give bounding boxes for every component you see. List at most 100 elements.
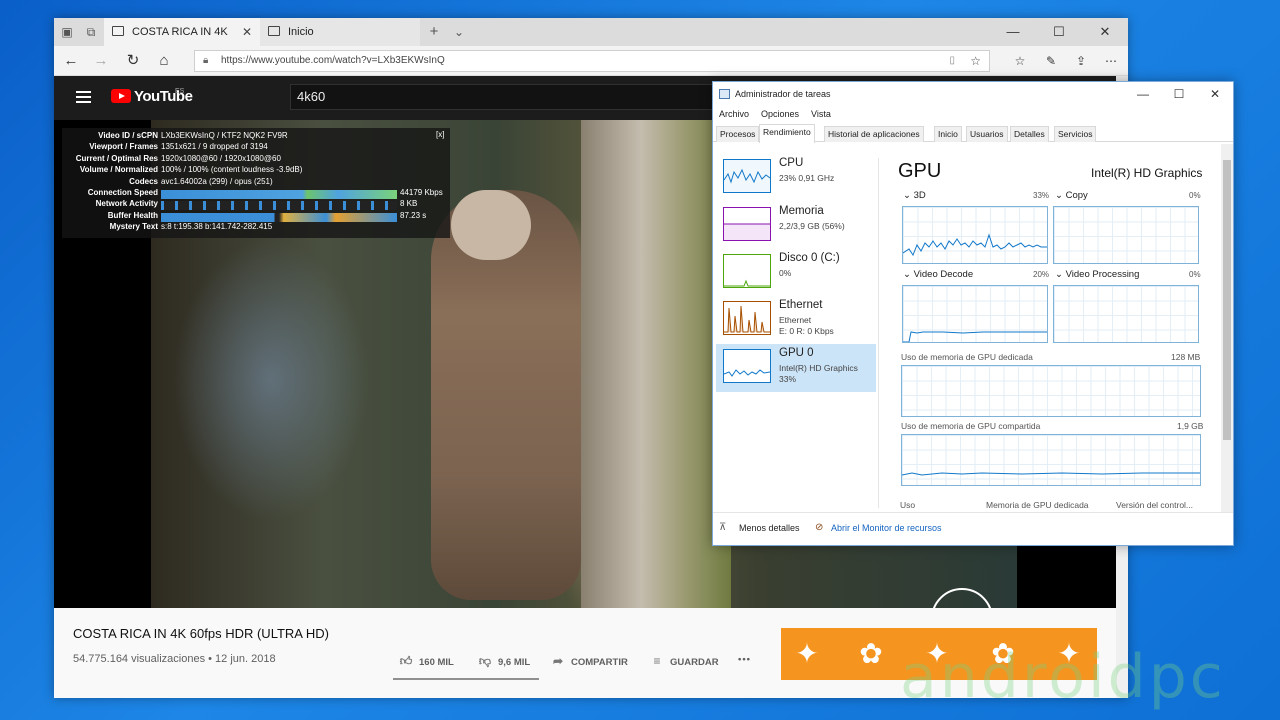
collapse-chevron-icon[interactable]: ⊼ bbox=[719, 522, 726, 533]
tab-list-chevron-icon[interactable]: ⌄ bbox=[452, 25, 466, 39]
share-button[interactable]: ➦ COMPARTIR bbox=[551, 654, 628, 668]
connection-speed-graph bbox=[161, 190, 397, 199]
tab-strip: Procesos Rendimiento Historial de aplica… bbox=[713, 124, 1233, 143]
favorites-icon[interactable]: ☆ bbox=[1011, 52, 1029, 70]
stats-value: 87.23 s bbox=[400, 210, 427, 220]
forward-icon[interactable]: → bbox=[92, 52, 110, 70]
panel-divider bbox=[878, 158, 879, 508]
stats-for-nerds-panel: [x] Video ID / sCPN LXb3EKWsInQ / KTF2 NQ… bbox=[62, 128, 450, 238]
favorite-star-icon[interactable]: ☆ bbox=[970, 51, 981, 71]
tab-inicio[interactable]: Inicio bbox=[934, 126, 962, 142]
ad-pattern-icon: ✦ bbox=[795, 638, 819, 669]
stats-value: 1351x621 / 9 dropped of 3194 bbox=[161, 142, 268, 152]
sidebar-item-ethernet[interactable]: Ethernet Ethernet E: 0 R: 0 Kbps bbox=[716, 296, 876, 344]
sidebar-item-detail: 23% 0,91 GHz bbox=[779, 173, 835, 183]
close-window-icon[interactable]: ✕ bbox=[1082, 18, 1128, 46]
new-tab-icon[interactable]: + bbox=[427, 24, 441, 39]
gpu-mini-graph bbox=[723, 349, 771, 383]
tab-inicio[interactable]: Inicio bbox=[260, 18, 420, 46]
tab-costa-rica[interactable]: COSTA RICA IN 4K ✕ bbox=[104, 18, 260, 46]
home-icon[interactable]: ⌂ bbox=[155, 52, 173, 70]
engine-video-decode-graph bbox=[902, 285, 1048, 343]
sidebar-item-memory[interactable]: Memoria 2,2/3,9 GB (56%) bbox=[716, 202, 876, 250]
scrollbar-thumb[interactable] bbox=[1223, 160, 1231, 440]
sidebar-item-disk[interactable]: Disco 0 (C:) 0% bbox=[716, 249, 876, 297]
url-field[interactable]: 🔒︎ https://www.youtube.com/watch?v=LXb3E… bbox=[194, 50, 990, 72]
maximize-icon[interactable]: ☐ bbox=[1036, 18, 1082, 46]
tab-detalles[interactable]: Detalles bbox=[1010, 126, 1049, 142]
save-button[interactable]: ≡ GUARDAR bbox=[650, 654, 718, 668]
stats-row: Volume / Normalized 100% / 100% (content … bbox=[62, 165, 450, 176]
refresh-icon[interactable]: ↻ bbox=[124, 52, 142, 70]
menu-archivo[interactable]: Archivo bbox=[719, 109, 749, 119]
stats-value: LXb3EKWsInQ / KTF2 NQK2 FV9R bbox=[161, 131, 288, 140]
sidebar-item-label: Memoria bbox=[779, 205, 824, 217]
task-manager-icon bbox=[719, 89, 730, 99]
stats-value: 44179 Kbps bbox=[400, 188, 443, 197]
stats-value: avc1.64002a (299) / opus (251) bbox=[161, 176, 273, 186]
sloth-face bbox=[451, 190, 531, 260]
engine-label: Video Decode bbox=[913, 269, 974, 280]
less-details-button[interactable]: Menos detalles bbox=[739, 523, 800, 533]
minimize-icon[interactable]: — bbox=[1125, 82, 1161, 106]
engine-copy-graph bbox=[1053, 206, 1199, 264]
more-icon[interactable]: ⋯ bbox=[1102, 52, 1120, 70]
back-icon[interactable]: ← bbox=[62, 52, 80, 70]
menu-vista[interactable]: Vista bbox=[811, 109, 831, 119]
dedicated-memory-max: 128 MB bbox=[1171, 352, 1201, 362]
buffer-health-graph bbox=[161, 212, 397, 222]
stats-row: Mystery Text s:8 t:195.38 b:141.742-282.4… bbox=[62, 222, 450, 233]
sidebar-item-detail: 0% bbox=[779, 268, 792, 278]
region-code: ES bbox=[175, 88, 185, 95]
thumbs-up-icon: 👍︎ bbox=[399, 654, 413, 668]
tab-usuarios[interactable]: Usuarios bbox=[966, 126, 1008, 142]
engine-3d-label[interactable]: ⌄ 3D bbox=[903, 190, 926, 201]
stats-row: Connection Speed 44179 Kbps bbox=[62, 188, 450, 199]
share-arrow-icon: ➦ bbox=[552, 654, 564, 668]
menu-opciones[interactable]: Opciones bbox=[761, 109, 799, 119]
column-dedicated-memory: Memoria de GPU dedicada bbox=[986, 500, 1089, 510]
tab-servicios[interactable]: Servicios bbox=[1054, 126, 1097, 142]
stats-label: Mystery Text bbox=[109, 222, 158, 232]
menu-icon[interactable] bbox=[76, 91, 91, 103]
engine-video-decode-label[interactable]: ⌄ Video Decode bbox=[903, 269, 973, 280]
task-manager-window: Administrador de tareas — ☐ ✕ Archivo Op… bbox=[712, 81, 1234, 546]
sidebar-item-cpu[interactable]: CPU 23% 0,91 GHz bbox=[716, 154, 876, 202]
tree-trunk bbox=[581, 120, 731, 608]
sidebar-item-detail: E: 0 R: 0 Kbps bbox=[779, 326, 834, 336]
gpu-model-name: Intel(R) HD Graphics bbox=[1091, 166, 1203, 180]
tab-label: COSTA RICA IN 4K bbox=[132, 26, 228, 38]
youtube-logo-icon[interactable] bbox=[111, 89, 131, 103]
stats-value: 1920x1080@60 / 1920x1080@60 bbox=[161, 153, 281, 163]
cpu-mini-graph bbox=[723, 159, 771, 193]
engine-copy-label[interactable]: ⌄ Copy bbox=[1055, 190, 1088, 201]
ad-pattern-icon: ✿ bbox=[859, 638, 883, 669]
playlist-add-icon: ≡ bbox=[653, 654, 661, 668]
pen-icon[interactable]: ✎ bbox=[1042, 52, 1060, 70]
tab-historial[interactable]: Historial de aplicaciones bbox=[824, 126, 924, 142]
stats-row: Video ID / sCPN LXb3EKWsInQ / KTF2 NQK2 F… bbox=[62, 131, 450, 142]
stats-label: Codecs bbox=[129, 176, 158, 186]
more-actions-button[interactable]: ••• bbox=[738, 654, 751, 665]
column-driver-version: Versión del control... bbox=[1116, 500, 1194, 510]
close-window-icon[interactable]: ✕ bbox=[1197, 82, 1233, 106]
sidebar-item-detail: Ethernet bbox=[779, 315, 812, 325]
minimize-icon[interactable]: — bbox=[990, 18, 1036, 46]
engine-video-processing-label[interactable]: ⌄ Video Processing bbox=[1055, 269, 1139, 280]
open-resource-monitor-link[interactable]: Abrir el Monitor de recursos bbox=[831, 523, 942, 533]
stats-value: s:8 t:195.38 b:141.742-282.415 bbox=[161, 222, 273, 232]
stats-label: Buffer Health bbox=[107, 210, 158, 220]
tab-procesos[interactable]: Procesos bbox=[716, 126, 760, 142]
set-aside-tabs-icon[interactable]: ⧉ bbox=[84, 25, 98, 39]
reading-view-icon[interactable]: ▯ bbox=[949, 51, 955, 71]
share-icon[interactable]: ⇪ bbox=[1072, 52, 1090, 70]
tab-rendimiento[interactable]: Rendimiento bbox=[759, 124, 815, 143]
tab-favicon-icon bbox=[112, 26, 124, 36]
close-tab-icon[interactable]: ✕ bbox=[242, 18, 252, 46]
dislike-button[interactable]: 👎︎ 9,6 MIL bbox=[478, 654, 530, 669]
like-button[interactable]: 👍︎ 160 MIL bbox=[399, 654, 454, 669]
tab-preview-icon[interactable]: ▣ bbox=[60, 25, 74, 39]
sidebar-item-gpu[interactable]: GPU 0 Intel(R) HD Graphics 33% bbox=[716, 344, 876, 392]
maximize-icon[interactable]: ☐ bbox=[1161, 82, 1197, 106]
search-input[interactable]: 4k60 bbox=[290, 84, 720, 110]
